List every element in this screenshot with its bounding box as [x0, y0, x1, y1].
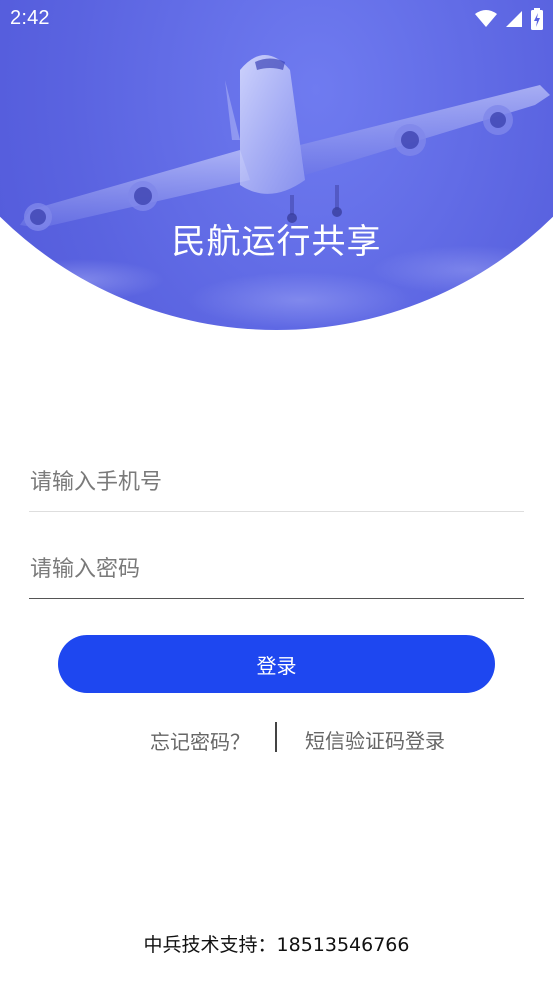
links-divider: [275, 722, 277, 752]
status-time: 2:42: [10, 7, 50, 29]
phone-input[interactable]: [29, 453, 526, 511]
password-input[interactable]: [29, 540, 526, 598]
auth-links: 忘记密码？ 短信验证码登录: [0, 720, 553, 756]
sms-login-link[interactable]: 短信验证码登录: [305, 725, 445, 754]
app-title: 民航运行共享: [171, 222, 382, 262]
support-info: 中兵技术支持：18513546766: [0, 930, 553, 957]
login-screen: 2:42 民航运行共享 登录 忘记密码？ 短信验证码登录 中兵技术支持：1851…: [0, 0, 553, 984]
status-bar: 2:42: [0, 0, 553, 38]
forgot-password-link[interactable]: 忘记密码？: [150, 726, 250, 755]
support-phone: 18513546766: [276, 934, 410, 956]
password-field: [29, 540, 526, 599]
battery-charging-icon: [531, 8, 543, 30]
cellular-signal-icon: [506, 11, 522, 27]
phone-field: [29, 453, 526, 512]
login-button[interactable]: 登录: [58, 635, 495, 693]
wifi-icon: [475, 10, 497, 27]
status-icons: [475, 8, 543, 30]
header-hero-background: [0, 0, 553, 330]
support-label: 中兵技术支持：: [143, 934, 277, 956]
